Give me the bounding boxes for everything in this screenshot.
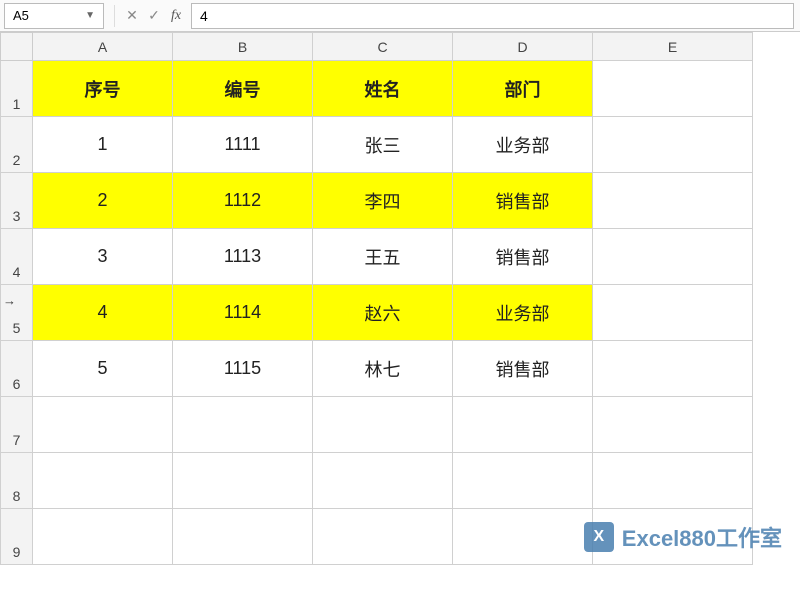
data-cell[interactable]	[33, 453, 173, 509]
column-header-row: ABCDE	[1, 33, 753, 61]
data-cell[interactable]: 业务部	[453, 117, 593, 173]
grid-table: ABCDE 1序号编号姓名部门211111张三业务部321112李四销售部431…	[0, 32, 753, 565]
data-cell[interactable]	[173, 509, 313, 565]
fx-icon[interactable]: fx	[165, 8, 187, 24]
table-row: 651115林七销售部	[1, 341, 753, 397]
data-cell[interactable]	[593, 341, 753, 397]
data-cell[interactable]: 1114	[173, 285, 313, 341]
header-cell[interactable]	[593, 61, 753, 117]
data-cell[interactable]	[313, 453, 453, 509]
data-cell[interactable]: 张三	[313, 117, 453, 173]
row-header-7[interactable]: 7	[1, 397, 33, 453]
header-cell[interactable]: 姓名	[313, 61, 453, 117]
data-cell[interactable]: 1113	[173, 229, 313, 285]
column-header-E[interactable]: E	[593, 33, 753, 61]
row-header-2[interactable]: 2	[1, 117, 33, 173]
row-header-1[interactable]: 1	[1, 61, 33, 117]
data-cell[interactable]: 1115	[173, 341, 313, 397]
data-cell[interactable]	[593, 397, 753, 453]
data-cell[interactable]: 销售部	[453, 229, 593, 285]
data-cell[interactable]: 业务部	[453, 285, 593, 341]
header-cell[interactable]: 序号	[33, 61, 173, 117]
column-header-C[interactable]: C	[313, 33, 453, 61]
watermark: X Excel880工作室	[584, 521, 782, 553]
chevron-down-icon[interactable]: ▼	[85, 10, 95, 21]
name-box-value: A5	[13, 8, 29, 23]
table-row: 541114赵六业务部	[1, 285, 753, 341]
data-cell[interactable]	[593, 229, 753, 285]
header-cell[interactable]: 部门	[453, 61, 593, 117]
formula-bar: A5 ▼ ✕ ✓ fx 4	[0, 0, 800, 32]
data-cell[interactable]	[173, 397, 313, 453]
select-all-corner[interactable]	[1, 33, 33, 61]
watermark-text: Excel880工作室	[622, 521, 782, 553]
data-cell[interactable]: 1112	[173, 173, 313, 229]
column-header-A[interactable]: A	[33, 33, 173, 61]
data-cell[interactable]	[173, 453, 313, 509]
table-row: 7	[1, 397, 753, 453]
data-cell[interactable]: 赵六	[313, 285, 453, 341]
spreadsheet-grid: ABCDE 1序号编号姓名部门211111张三业务部321112李四销售部431…	[0, 32, 800, 565]
data-cell[interactable]: 销售部	[453, 173, 593, 229]
header-cell[interactable]: 编号	[173, 61, 313, 117]
data-cell[interactable]	[313, 509, 453, 565]
excel-icon: X	[584, 522, 614, 552]
row-header-4[interactable]: 4	[1, 229, 33, 285]
data-cell[interactable]	[593, 117, 753, 173]
data-cell[interactable]: 4	[33, 285, 173, 341]
data-cell[interactable]: 5	[33, 341, 173, 397]
enter-icon[interactable]: ✓	[143, 7, 165, 24]
table-row: 211111张三业务部	[1, 117, 753, 173]
data-cell[interactable]	[313, 397, 453, 453]
data-cell[interactable]	[593, 173, 753, 229]
data-cell[interactable]	[453, 509, 593, 565]
row-header-5[interactable]: 5	[1, 285, 33, 341]
data-cell[interactable]: 1	[33, 117, 173, 173]
data-cell[interactable]	[453, 397, 593, 453]
row-header-6[interactable]: 6	[1, 341, 33, 397]
formula-input[interactable]: 4	[191, 3, 794, 29]
data-cell[interactable]	[33, 397, 173, 453]
data-cell[interactable]	[593, 453, 753, 509]
table-row: 1序号编号姓名部门	[1, 61, 753, 117]
formula-value: 4	[200, 8, 208, 24]
cancel-icon[interactable]: ✕	[121, 7, 143, 24]
excel-icon-text: X	[593, 528, 604, 546]
data-cell[interactable]: 2	[33, 173, 173, 229]
data-cell[interactable]: 销售部	[453, 341, 593, 397]
table-row: 8	[1, 453, 753, 509]
column-header-D[interactable]: D	[453, 33, 593, 61]
name-box[interactable]: A5 ▼	[4, 3, 104, 29]
row-header-3[interactable]: 3	[1, 173, 33, 229]
row-header-9[interactable]: 9	[1, 509, 33, 565]
table-row: 321112李四销售部	[1, 173, 753, 229]
table-row: 431113王五销售部	[1, 229, 753, 285]
divider	[114, 5, 115, 27]
column-header-B[interactable]: B	[173, 33, 313, 61]
data-cell[interactable]: 林七	[313, 341, 453, 397]
data-cell[interactable]	[33, 509, 173, 565]
data-cell[interactable]: 1111	[173, 117, 313, 173]
data-cell[interactable]: 3	[33, 229, 173, 285]
grid-body: 1序号编号姓名部门211111张三业务部321112李四销售部431113王五销…	[1, 61, 753, 565]
row-header-8[interactable]: 8	[1, 453, 33, 509]
data-cell[interactable]	[453, 453, 593, 509]
data-cell[interactable]	[593, 285, 753, 341]
data-cell[interactable]: 王五	[313, 229, 453, 285]
data-cell[interactable]: 李四	[313, 173, 453, 229]
